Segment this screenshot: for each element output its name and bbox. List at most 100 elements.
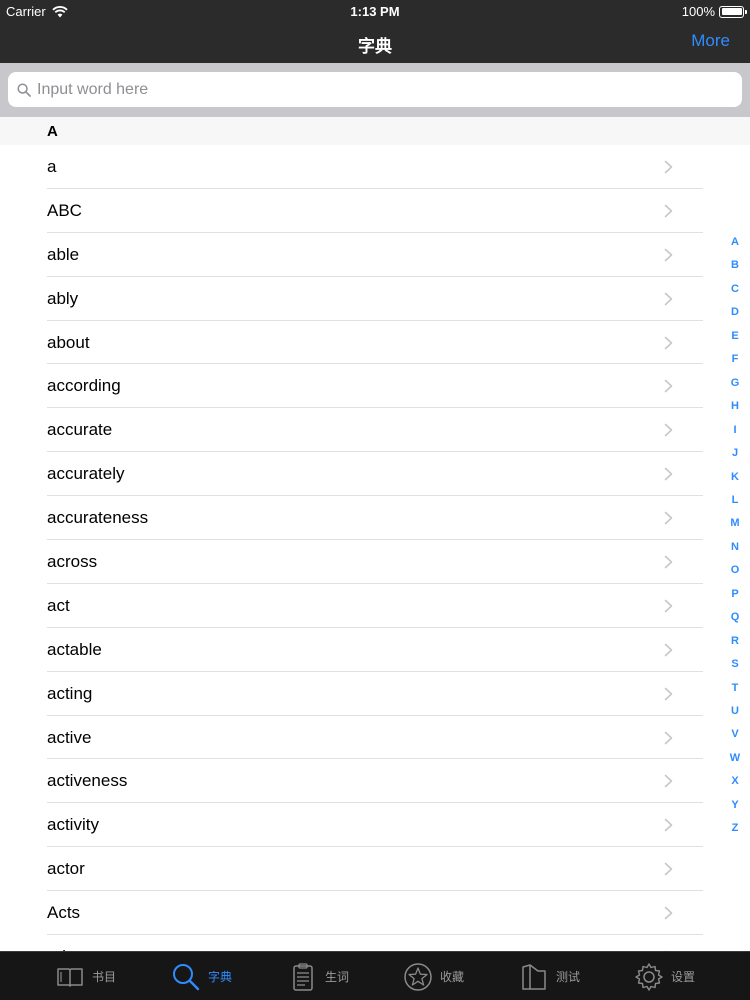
tab-star[interactable]: 收藏 [402, 952, 464, 1000]
index-letter[interactable]: J [726, 447, 744, 459]
index-letter[interactable]: N [726, 541, 744, 553]
list-item[interactable]: ABC [0, 189, 750, 233]
tab-book[interactable]: 书目 [54, 952, 116, 1000]
word-label: according [47, 376, 121, 396]
chevron-right-icon [664, 906, 673, 920]
chevron-right-icon [664, 248, 673, 262]
status-bar: Carrier 1:13 PM 100% [0, 0, 750, 22]
list-item[interactable]: accurately [0, 452, 750, 497]
index-letter[interactable]: K [726, 471, 744, 483]
list-item[interactable]: actor [0, 847, 750, 892]
word-label: accurateness [47, 508, 149, 528]
list-item[interactable]: ably [0, 277, 750, 321]
index-letter[interactable]: M [726, 517, 744, 529]
index-letter[interactable]: R [726, 635, 744, 647]
battery-percent: 100% [681, 4, 715, 19]
list-item[interactable]: Acts [0, 891, 750, 936]
tab-search[interactable]: 字典 [170, 952, 232, 1000]
section-index[interactable]: ABCDEFGHIJKLMNOPQRSTUVWXYZ [726, 236, 744, 836]
word-label: ably [47, 288, 79, 308]
index-letter[interactable]: I [726, 424, 744, 436]
word-label: activity [47, 815, 99, 835]
chevron-right-icon [664, 819, 673, 832]
word-label: active [47, 727, 92, 747]
search-field[interactable] [8, 72, 742, 107]
chevron-right-icon [664, 336, 673, 349]
index-letter[interactable]: T [726, 682, 744, 694]
chevron-right-icon [664, 555, 673, 569]
list-item[interactable]: a [0, 145, 750, 189]
list-item[interactable]: acting [0, 672, 750, 716]
index-letter[interactable]: Y [726, 799, 744, 811]
section-title: A [47, 123, 58, 140]
index-letter[interactable]: Q [726, 611, 744, 623]
list-item[interactable]: ad [0, 935, 750, 951]
index-letter[interactable]: W [726, 752, 744, 764]
list-item[interactable]: accurate [0, 408, 750, 453]
navigation-bar: 字典 More [0, 22, 750, 63]
index-letter[interactable]: A [726, 236, 744, 248]
word-label: actable [47, 639, 102, 659]
list-item[interactable]: actable [0, 628, 750, 672]
list-item[interactable]: about [0, 321, 750, 365]
section-header: A [0, 117, 750, 145]
tab-label: 书目 [92, 970, 117, 984]
index-letter[interactable]: S [726, 658, 744, 670]
list-item[interactable]: accurateness [0, 496, 750, 541]
index-letter[interactable]: D [726, 306, 744, 318]
star-icon [404, 962, 432, 991]
chevron-right-icon [664, 424, 673, 437]
index-letter[interactable]: F [726, 353, 744, 365]
status-right: 100% [681, 4, 747, 19]
list-item[interactable]: active [0, 716, 750, 760]
word-label: act [47, 595, 70, 615]
tab-label: 收藏 [440, 970, 465, 984]
chevron-right-icon [664, 467, 673, 481]
search-input[interactable] [37, 80, 727, 99]
index-letter[interactable]: O [726, 564, 744, 576]
list-item[interactable]: able [0, 233, 750, 277]
word-label: ABC [47, 200, 82, 220]
index-letter[interactable]: X [726, 775, 744, 787]
tab-test-book[interactable]: 测试 [518, 952, 580, 1000]
word-label: activeness [47, 771, 128, 791]
chevron-right-icon [664, 292, 673, 305]
list-item[interactable]: across [0, 540, 750, 584]
chevron-right-icon [664, 511, 673, 525]
chevron-right-icon [664, 775, 673, 788]
list-item[interactable]: act [0, 584, 750, 628]
search-icon [173, 963, 200, 990]
index-letter[interactable]: U [726, 705, 744, 717]
index-letter[interactable]: E [726, 330, 744, 342]
index-letter[interactable]: G [726, 377, 744, 389]
gear-icon [635, 962, 663, 991]
index-letter[interactable]: P [726, 588, 744, 600]
tab-clipboard[interactable]: 生词 [287, 952, 349, 1000]
test-book-icon [522, 963, 546, 990]
index-letter[interactable]: H [726, 400, 744, 412]
tab-bar: 书目 字典 生词 收藏 测试 设置 [0, 951, 750, 1000]
word-list[interactable]: a ABC able ably about according accurate accura… [0, 145, 750, 951]
book-icon [57, 967, 83, 987]
index-letter[interactable]: V [726, 728, 744, 740]
chevron-right-icon [664, 862, 673, 876]
more-button[interactable]: More [691, 31, 730, 51]
word-label: acting [47, 683, 93, 703]
index-letter[interactable]: B [726, 259, 744, 271]
chevron-right-icon [664, 204, 673, 218]
chevron-right-icon [664, 160, 673, 174]
tab-label: 设置 [671, 970, 696, 984]
chevron-right-icon [664, 380, 673, 393]
tab-label: 测试 [556, 970, 581, 984]
list-item[interactable]: activity [0, 803, 750, 848]
tab-label: 生词 [325, 970, 350, 984]
list-item[interactable]: according [0, 364, 750, 409]
tab-gear[interactable]: 设置 [633, 952, 695, 1000]
search-bar [0, 63, 750, 117]
magnifier-icon [17, 82, 31, 97]
index-letter[interactable]: C [726, 283, 744, 295]
word-label: actor [47, 859, 85, 879]
list-item[interactable]: activeness [0, 759, 750, 804]
index-letter[interactable]: Z [726, 822, 744, 834]
index-letter[interactable]: L [726, 494, 744, 506]
